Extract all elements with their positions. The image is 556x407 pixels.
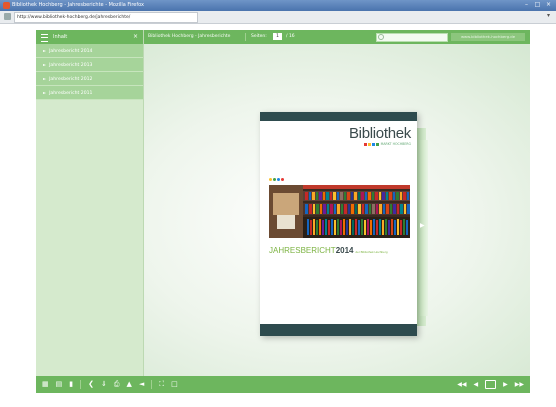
color-dots (269, 178, 285, 181)
sidebar-title: Inhalt (53, 34, 68, 40)
caret-right-icon: ► (43, 48, 47, 53)
page-total: / 16 (286, 34, 295, 39)
prev-page-icon[interactable]: ◀ (474, 376, 479, 393)
cover-bottom-band (260, 324, 417, 336)
collapse-icon[interactable]: × (133, 30, 138, 44)
report-title-suffix: der Bibliothek Hochberg (355, 250, 388, 254)
sidebar-item-2014[interactable]: ► Jahresbericht 2014 (36, 44, 143, 58)
thumbnails-icon[interactable]: ▦ (42, 376, 49, 393)
print-icon[interactable]: ⎙ (114, 376, 120, 393)
sidebar-item-label: Jahresbericht 2011 (49, 91, 93, 96)
download-icon[interactable]: ⇓ (101, 376, 107, 393)
library-photo (269, 185, 410, 238)
logo-square-icon (367, 142, 371, 146)
sound-icon[interactable]: ◄ (139, 376, 144, 393)
report-title-prefix: JAHRESBERICHT (269, 246, 336, 255)
bottom-toolbar: ▦ ▤ ▮ ❮ ⇓ ⎙ ▲ ◄ ⛶ □ ◀◀ ◀ ▶ ▶▶ (36, 376, 530, 393)
library-logo: Bibliothek MARKT HOCHBERG (349, 126, 411, 146)
cover-top-band (260, 112, 417, 121)
zoom-out-icon[interactable]: □ (171, 376, 178, 393)
pages-icon[interactable]: ▤ (56, 376, 63, 393)
minimize-button[interactable]: – (522, 1, 531, 9)
report-title: JAHRESBERICHT2014 der Bibliothek Hochberg (269, 246, 388, 255)
page-label: Seiten: (251, 34, 267, 39)
first-page-icon[interactable]: ◀◀ (457, 376, 466, 393)
window-title: Bibliothek Hochberg - Jahresberichte - M… (12, 2, 144, 8)
sidebar-item-label: Jahresbericht 2014 (49, 49, 93, 54)
sidebar-item-label: Jahresbericht 2013 (49, 63, 93, 68)
logo-square-icon (375, 142, 379, 146)
last-page-icon[interactable]: ▶▶ (515, 376, 524, 393)
divider (80, 380, 82, 389)
zoom-in-icon[interactable]: ▲ (126, 376, 131, 393)
firefox-icon (3, 2, 10, 9)
fullscreen-icon[interactable]: ⛶ (159, 376, 164, 393)
dropdown-arrow-icon[interactable]: ▾ (547, 12, 550, 19)
document-cover-page[interactable]: Bibliothek MARKT HOCHBERG JAHRESBERICHT2… (260, 112, 417, 336)
browser-address-bar: http://www.bibliothek-hochberg.de/jahres… (0, 11, 556, 24)
sidebar-header: Inhalt × (36, 30, 143, 44)
list-icon (41, 34, 48, 42)
next-page-icon[interactable]: ▶ (503, 376, 508, 393)
bookmark-icon[interactable]: ▮ (69, 376, 73, 393)
logo-square-icon (371, 142, 375, 146)
maximize-button[interactable]: □ (533, 1, 542, 9)
window-titlebar: Bibliothek Hochberg - Jahresberichte - M… (0, 0, 556, 11)
caret-right-icon: ► (43, 90, 47, 95)
double-page-icon[interactable] (485, 380, 497, 389)
breadcrumb: Bibliothek Hochberg - Jahresberichte (148, 34, 231, 39)
sidebar-item-2012[interactable]: ► Jahresbericht 2012 (36, 72, 143, 86)
library-shelves-image (269, 185, 410, 238)
logo-subtitle: MARKT HOCHBERG (349, 142, 411, 146)
report-title-year: 2014 (335, 246, 354, 255)
url-field[interactable]: http://www.bibliothek-hochberg.de/jahres… (14, 12, 198, 23)
caret-right-icon: ► (43, 76, 47, 81)
close-window-button[interactable]: × (544, 1, 553, 9)
favicon-icon (4, 13, 11, 20)
sidebar-item-label: Jahresbericht 2012 (49, 77, 93, 82)
search-input[interactable] (376, 33, 448, 42)
page-number-input[interactable]: 1 (273, 33, 282, 40)
sidebar-item-2011[interactable]: ► Jahresbericht 2011 (36, 86, 143, 100)
sidebar-item-2013[interactable]: ► Jahresbericht 2013 (36, 58, 143, 72)
logo-name: Bibliothek (348, 125, 411, 142)
logo-square-icon (363, 142, 367, 146)
divider (151, 380, 153, 389)
contents-sidebar: Inhalt × ► Jahresbericht 2014 ► Jahresberi… (36, 30, 144, 377)
caret-right-icon: ► (43, 62, 47, 67)
next-page-arrow-icon[interactable]: ▶ (420, 222, 425, 229)
search-icon[interactable] (378, 34, 384, 40)
share-icon[interactable]: ❮ (88, 376, 94, 393)
brand-link[interactable]: www.bibliothek-hochberg.de (451, 33, 525, 41)
viewer-toolbar: Bibliothek Hochberg - Jahresberichte Sei… (144, 30, 530, 44)
window-controls: – □ × (522, 1, 553, 9)
divider (245, 33, 246, 41)
